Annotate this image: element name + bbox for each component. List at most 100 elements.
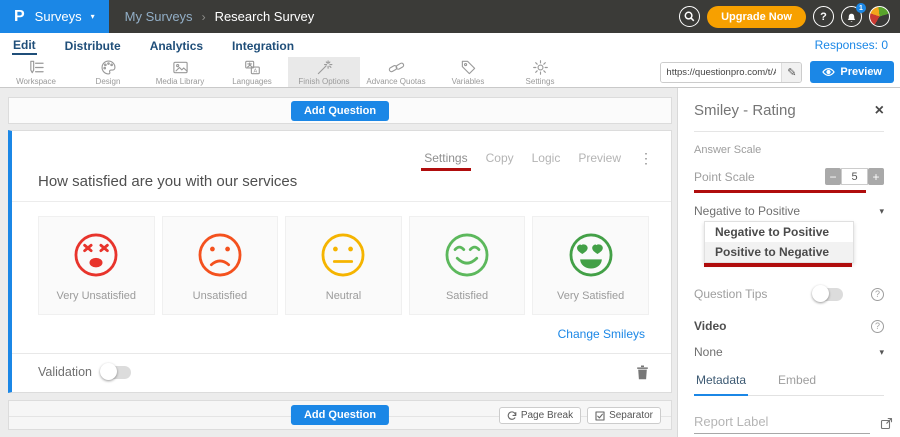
question-tips-label: Question Tips [694,287,767,301]
responses-count[interactable]: Responses: 0 [815,38,888,52]
menu-item-negative-to-positive[interactable]: Negative to Positive [705,222,853,242]
translate-icon: A [244,59,261,76]
annotation-underline-settings [421,168,470,171]
direction-dropdown-menu: Negative to Positive Positive to Negativ… [704,221,854,263]
nav-tab-analytics[interactable]: Analytics [149,37,204,54]
add-question-button-bottom[interactable]: Add Question [291,405,389,425]
change-smileys-row: Change Smileys [12,315,671,341]
separator-button[interactable]: Separator [587,407,661,424]
page-break-button[interactable]: Page Break [499,407,581,424]
breadcrumb-current: Research Survey [215,9,315,24]
tool-settings[interactable]: Settings [504,57,576,87]
survey-url-input[interactable] [661,63,781,82]
top-bar: P Surveys ▾ My Surveys › Research Survey… [0,0,900,33]
validation-toggle[interactable] [101,366,131,379]
more-options-icon[interactable]: ⋮ [639,151,653,165]
menu-item-positive-to-negative[interactable]: Positive to Negative [705,242,853,262]
app-menu-surveys[interactable]: P Surveys ▾ [0,0,109,33]
pencil-icon: ✎ [787,66,796,79]
chevron-down-icon: ▾ [879,206,884,217]
validation-row: Validation [12,353,671,390]
question-card: Settings Copy Logic Preview ⋮ How satisf… [8,130,672,393]
tab-copy[interactable]: Copy [486,151,514,165]
page-break-icon [507,411,517,421]
direction-select[interactable]: Negative to Positive ▾ [694,204,884,218]
decrease-button[interactable]: − [825,168,841,185]
point-scale-stepper: − 5 + [825,168,884,185]
very-satisfied-face-icon [565,229,617,281]
report-label-input[interactable] [694,412,870,434]
bell-icon [846,11,857,23]
question-tips-help-button[interactable]: ? [871,288,884,301]
tool-languages[interactable]: A Languages [216,57,288,87]
change-smileys-link[interactable]: Change Smileys [558,327,645,341]
question-mark-icon: ? [875,289,880,299]
eye-icon [822,67,835,77]
add-question-button-top[interactable]: Add Question [291,101,389,121]
question-tips-row: Question Tips ? [694,287,884,301]
delete-question-button[interactable] [636,365,649,380]
tool-variables[interactable]: Variables [432,57,504,87]
tool-workspace[interactable]: Workspace [0,57,72,87]
tab-metadata[interactable]: Metadata [694,369,748,396]
very-unsatisfied-face-icon [70,229,122,281]
help-button[interactable]: ? [813,6,834,27]
direction-selected-value: Negative to Positive [694,204,800,218]
separator-checkbox-icon [595,411,605,421]
report-label-row [694,412,884,434]
edit-url-button[interactable]: ✎ [781,63,801,82]
video-select[interactable]: None ▾ [694,345,884,359]
questionpro-logo-icon: P [14,8,26,26]
image-icon [172,59,189,76]
breadcrumb-my-surveys[interactable]: My Surveys [125,9,193,24]
tool-design[interactable]: Design [72,57,144,87]
breadcrumb: My Surveys › Research Survey [109,9,315,24]
external-link-icon [880,417,893,430]
tab-settings[interactable]: Settings [424,151,467,165]
breadcrumb-separator: › [202,10,206,24]
nav-tab-edit[interactable]: Edit [12,36,37,55]
tool-media-library[interactable]: Media Library [144,57,216,87]
tool-finish-options[interactable]: Finish Options [288,57,360,87]
expand-editor-button[interactable] [880,417,893,430]
point-scale-value[interactable]: 5 [841,168,868,185]
close-icon[interactable]: × [875,103,884,119]
smiley-scale: Very Unsatisfied Unsatisfied Neutral [12,202,671,315]
survey-url-box: ✎ [660,62,802,83]
upgrade-now-button[interactable]: Upgrade Now [707,6,806,28]
toolbar-right: ✎ Preview [660,57,900,87]
increase-button[interactable]: + [868,168,884,185]
notifications-button[interactable]: 1 [841,6,862,27]
chevron-down-icon: ▾ [91,13,95,21]
svg-text:A: A [253,68,257,74]
nav-tab-integration[interactable]: Integration [231,37,295,54]
user-avatar[interactable] [869,6,890,27]
point-scale-row: Point Scale − 5 + [694,168,884,185]
section-nav: Edit Distribute Analytics Integration Re… [0,33,900,57]
tab-embed[interactable]: Embed [776,369,818,395]
question-tips-toggle[interactable] [813,288,843,301]
question-mark-icon: ? [875,321,880,331]
chain-link-icon [388,59,405,76]
unsatisfied-face-icon [194,229,246,281]
video-help-button[interactable]: ? [871,320,884,333]
settings-panel: Smiley - Rating × Answer Scale Point Sca… [677,88,900,437]
add-question-strip-top: Add Question [8,97,672,124]
preview-button[interactable]: Preview [810,61,894,83]
smiley-option-very-satisfied: Very Satisfied [532,216,649,315]
panel-title: Smiley - Rating [694,102,796,119]
tab-preview[interactable]: Preview [578,151,621,165]
search-button[interactable] [679,6,700,27]
topbar-actions: Upgrade Now ? 1 [679,6,900,28]
point-scale-label: Point Scale [694,170,755,184]
neutral-face-icon [317,229,369,281]
answer-scale-label: Answer Scale [694,144,884,156]
tab-logic[interactable]: Logic [532,151,561,165]
panel-header: Smiley - Rating × [694,102,884,119]
tool-advance-quotas[interactable]: Advance Quotas [360,57,432,87]
question-mark-icon: ? [820,11,827,23]
chevron-down-icon: ▾ [879,347,884,358]
nav-tab-distribute[interactable]: Distribute [64,37,122,54]
panel-tabs: Metadata Embed [694,369,884,396]
footer-tools: Page Break Separator [499,407,661,424]
